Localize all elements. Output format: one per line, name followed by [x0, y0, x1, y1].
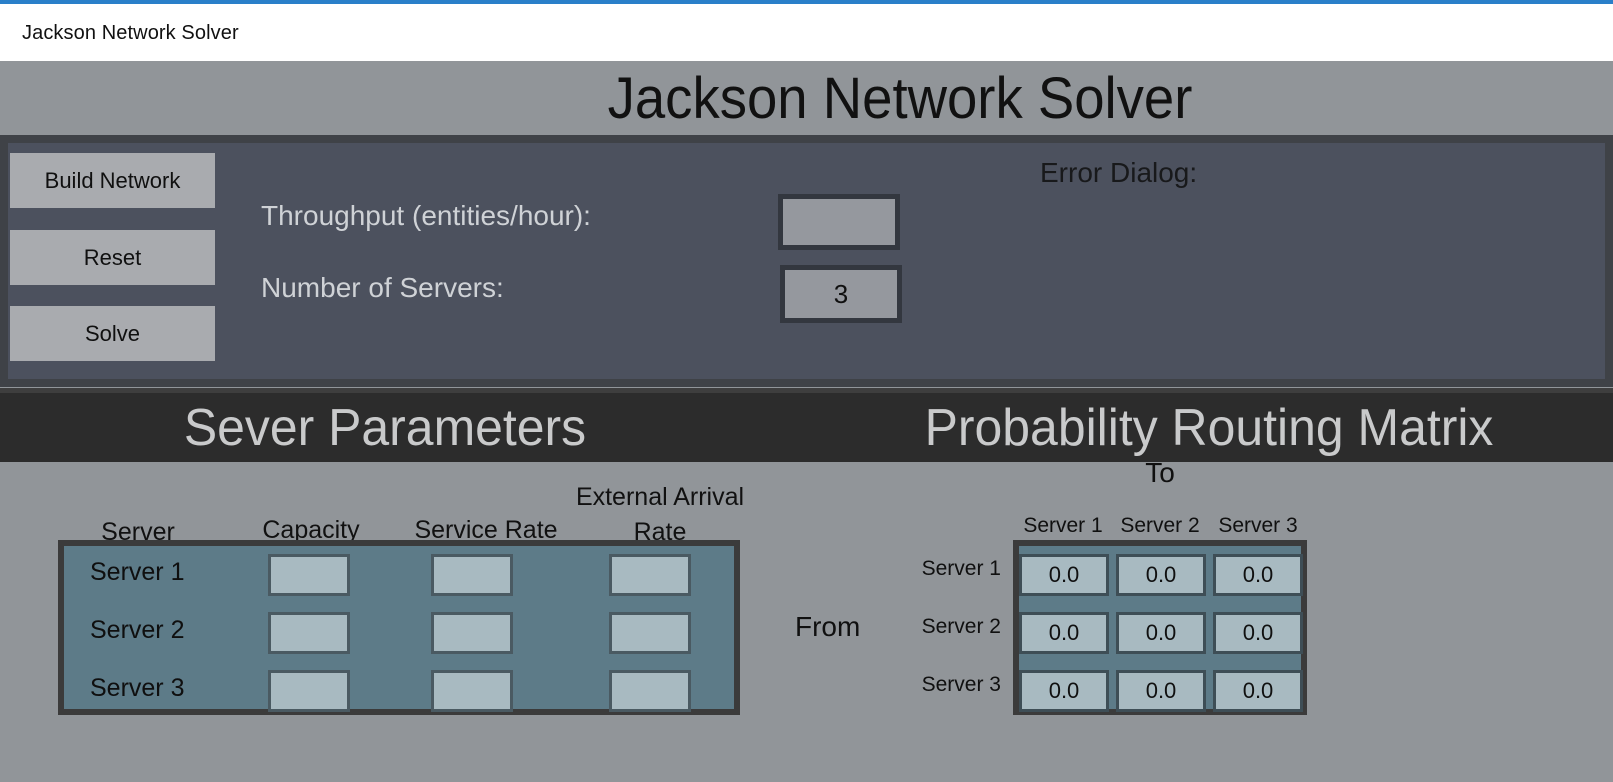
- routing-cell-3-3[interactable]: [1213, 670, 1303, 712]
- number-of-servers-input[interactable]: [780, 265, 902, 323]
- table-row: Server 2: [64, 604, 734, 662]
- server-row-label: Server 3: [90, 674, 185, 702]
- table-row: Server 3: [64, 662, 734, 720]
- window-titlebar: Jackson Network Solver: [0, 0, 1613, 61]
- throughput-input[interactable]: [778, 194, 900, 250]
- capacity-input-server-2[interactable]: [268, 612, 350, 654]
- routing-cell-1-2[interactable]: [1116, 554, 1206, 596]
- service-rate-input-server-2[interactable]: [431, 612, 513, 654]
- matrix-column-header-2: Server 2: [1120, 514, 1200, 537]
- routing-cell-1-1[interactable]: [1019, 554, 1109, 596]
- matrix-row-header-3: Server 3: [921, 673, 1001, 696]
- controls-panel-inner: Build Network Reset Solve Throughput (en…: [8, 143, 1605, 379]
- matrix-column-header-1: Server 1: [1023, 514, 1103, 537]
- routing-cell-3-2[interactable]: [1116, 670, 1206, 712]
- routing-cell-2-1[interactable]: [1019, 612, 1109, 654]
- service-rate-input-server-1[interactable]: [431, 554, 513, 596]
- service-rate-input-server-3[interactable]: [431, 670, 513, 712]
- matrix-row-header-1: Server 1: [921, 557, 1001, 580]
- routing-cell-2-2[interactable]: [1116, 612, 1206, 654]
- reset-button[interactable]: Reset: [10, 230, 215, 285]
- server-parameters-title: Sever Parameters: [183, 399, 587, 457]
- app-banner: Jackson Network Solver: [0, 61, 1613, 135]
- number-of-servers-label: Number of Servers:: [261, 272, 504, 303]
- capacity-input-server-1[interactable]: [268, 554, 350, 596]
- external-arrival-rate-input-server-2[interactable]: [609, 612, 691, 654]
- table-row: [1019, 662, 1303, 720]
- routing-cell-1-3[interactable]: [1213, 554, 1303, 596]
- section-header-band: Sever Parameters Probability Routing Mat…: [0, 388, 1613, 462]
- routing-cell-2-3[interactable]: [1213, 612, 1303, 654]
- server-parameters-table: Server 1 Server 2 Server 3: [58, 540, 740, 715]
- routing-matrix-title: Probability Routing Matrix: [924, 399, 1494, 457]
- capacity-input-server-3[interactable]: [268, 670, 350, 712]
- server-row-label: Server 1: [90, 558, 185, 586]
- solve-button[interactable]: Solve: [10, 306, 215, 361]
- window-title: Jackson Network Solver: [22, 22, 239, 44]
- matrix-column-header-3: Server 3: [1218, 514, 1298, 537]
- table-row: [1019, 546, 1303, 604]
- external-arrival-rate-input-server-3[interactable]: [609, 670, 691, 712]
- matrix-row-header-2: Server 2: [921, 615, 1001, 638]
- external-arrival-rate-input-server-1[interactable]: [609, 554, 691, 596]
- routing-cell-3-1[interactable]: [1019, 670, 1109, 712]
- probability-routing-matrix-table: [1013, 540, 1307, 715]
- matrix-from-label: From: [795, 611, 861, 642]
- server-row-label: Server 2: [90, 616, 185, 644]
- matrix-to-label: To: [1145, 457, 1175, 488]
- controls-panel: Build Network Reset Solve Throughput (en…: [0, 135, 1613, 387]
- build-network-button[interactable]: Build Network: [10, 153, 215, 208]
- error-dialog-label: Error Dialog:: [1040, 157, 1198, 188]
- app-root: Jackson Network Solver Jackson Network S…: [0, 0, 1613, 782]
- table-row: [1019, 604, 1303, 662]
- throughput-label: Throughput (entities/hour):: [261, 200, 591, 231]
- page-title: Jackson Network Solver: [607, 66, 1193, 131]
- table-row: Server 1: [64, 546, 734, 604]
